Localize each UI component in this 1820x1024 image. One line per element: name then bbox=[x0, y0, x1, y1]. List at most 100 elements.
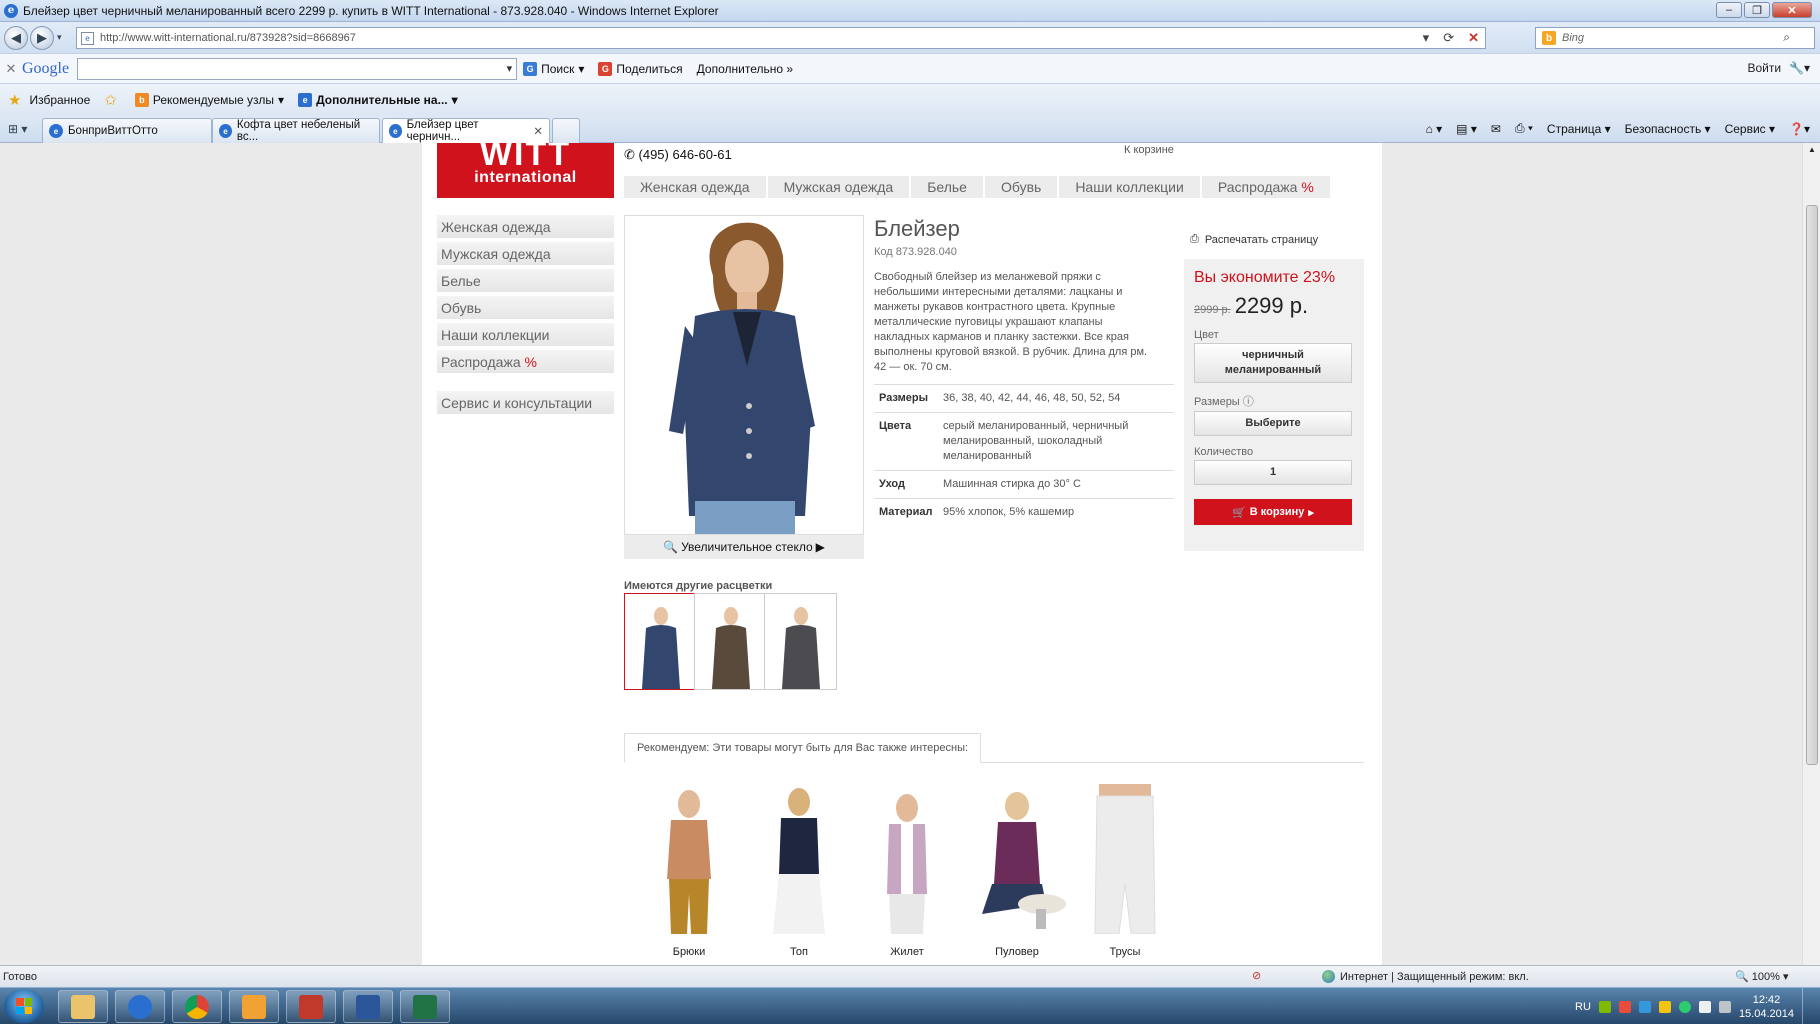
leftnav-collections[interactable]: Наши коллекции bbox=[437, 323, 614, 346]
leftnav-sale[interactable]: Распродажа % bbox=[437, 350, 614, 373]
forward-button[interactable]: ▶ bbox=[30, 26, 54, 50]
tab-kofta[interactable]: e Кофта цвет небеленый вс... bbox=[212, 118, 380, 143]
help-icon[interactable]: ❓▾ bbox=[1789, 122, 1810, 136]
stop-icon[interactable]: ✕ bbox=[1468, 30, 1479, 46]
tools-menu[interactable]: Сервис ▾ bbox=[1725, 122, 1775, 136]
taskbar-word[interactable] bbox=[343, 990, 393, 1023]
variant-thumb-grey[interactable] bbox=[764, 593, 837, 690]
taskbar-app[interactable] bbox=[286, 990, 336, 1023]
minimize-button[interactable]: – bbox=[1716, 2, 1742, 18]
more-button[interactable]: Дополнительно » bbox=[697, 62, 793, 76]
search-icon[interactable]: ⌕ bbox=[1783, 30, 1790, 45]
color-select[interactable]: черничный меланированный bbox=[1194, 343, 1352, 383]
reco-item-trousers[interactable]: Брюки bbox=[634, 781, 744, 958]
mail-icon[interactable]: ✉ bbox=[1491, 122, 1501, 136]
close-tab-icon[interactable]: ✕ bbox=[533, 124, 543, 138]
topnav-collections[interactable]: Наши коллекции bbox=[1059, 176, 1202, 198]
topnav-lingerie[interactable]: Белье bbox=[911, 176, 985, 198]
scrollbar-thumb[interactable] bbox=[1806, 205, 1818, 765]
close-toolbar-icon[interactable]: ✕ bbox=[0, 61, 22, 77]
phone-number: ✆ (495) 646-60-61 bbox=[624, 147, 732, 162]
tab-blazer[interactable]: e Блейзер цвет черничн... ✕ bbox=[382, 118, 550, 143]
print-page-link[interactable]: ⎙ Распечатать страницу bbox=[1190, 233, 1318, 246]
quick-tabs-icon[interactable]: ⊞ ▾ bbox=[8, 122, 27, 136]
tray-icon[interactable] bbox=[1658, 1000, 1671, 1013]
variant-thumb-navy[interactable] bbox=[624, 593, 697, 690]
tray-icon[interactable] bbox=[1638, 1000, 1651, 1013]
size-select[interactable]: Выберите bbox=[1194, 411, 1352, 436]
language-indicator[interactable]: RU bbox=[1575, 1001, 1591, 1013]
suggested-sites-icon: b bbox=[134, 92, 149, 107]
start-button[interactable] bbox=[4, 989, 44, 1023]
reco-item-briefs[interactable]: Трусы bbox=[1070, 781, 1180, 958]
to-cart-link[interactable]: К корзине bbox=[1124, 144, 1174, 156]
reco-item-top[interactable]: Топ bbox=[744, 781, 854, 958]
network-icon[interactable] bbox=[1698, 1000, 1711, 1013]
new-tab-button[interactable] bbox=[552, 118, 580, 143]
variant-thumb-brown[interactable] bbox=[694, 593, 767, 690]
leftnav-men[interactable]: Мужская одежда bbox=[437, 242, 614, 265]
add-favorite-button[interactable]: ✩ bbox=[104, 91, 121, 109]
tray-icon[interactable] bbox=[1618, 1000, 1631, 1013]
popup-blocker-icon[interactable]: ⊘ bbox=[1252, 969, 1261, 982]
bing-search-input[interactable]: b Bing ⌕ bbox=[1535, 27, 1815, 49]
taskbar-explorer[interactable] bbox=[58, 990, 108, 1023]
google-search-button[interactable]: G Поиск ▾ bbox=[523, 61, 584, 76]
quantity-input[interactable]: 1 bbox=[1194, 460, 1352, 485]
topnav-women[interactable]: Женская одежда bbox=[624, 176, 768, 198]
back-button[interactable]: ◀ bbox=[4, 26, 28, 50]
tab-bonprix[interactable]: e БонприВиттОтто bbox=[42, 118, 212, 143]
show-desktop-button[interactable] bbox=[1802, 988, 1814, 1024]
favorites-button[interactable]: ★ Избранное bbox=[8, 91, 90, 109]
reco-image bbox=[887, 794, 927, 934]
reco-item-pullover[interactable]: Пуловер bbox=[962, 781, 1072, 958]
ie-tab-icon: e bbox=[389, 124, 402, 138]
wrench-icon[interactable]: 🔧▾ bbox=[1789, 61, 1810, 75]
home-icon[interactable]: ⌂ ▾ bbox=[1426, 122, 1443, 136]
topnav-men[interactable]: Мужская одежда bbox=[767, 176, 912, 198]
witt-logo[interactable]: WITT international bbox=[437, 143, 614, 198]
add-to-cart-button[interactable]: 🛒 В корзину ▸ bbox=[1194, 499, 1352, 525]
scroll-up-icon[interactable]: ▲ bbox=[1808, 145, 1816, 154]
topnav-sale[interactable]: Распродажа % bbox=[1201, 176, 1332, 198]
cart-icon: 🛒 bbox=[1232, 506, 1246, 519]
tray-icon[interactable] bbox=[1598, 1000, 1611, 1013]
print-icon[interactable]: ⎙ ▾ bbox=[1515, 121, 1533, 136]
volume-icon[interactable] bbox=[1718, 1000, 1731, 1013]
taskbar-outlook[interactable] bbox=[229, 990, 279, 1023]
tray-icon[interactable] bbox=[1678, 1000, 1691, 1013]
topnav-shoes[interactable]: Обувь bbox=[984, 176, 1060, 198]
taskbar-excel[interactable] bbox=[400, 990, 450, 1023]
clock[interactable]: 12:42 15.04.2014 bbox=[1739, 993, 1794, 1021]
taskbar-ie[interactable] bbox=[115, 990, 165, 1023]
url-dropdown-icon[interactable]: ▾ bbox=[1423, 30, 1430, 46]
signin-button[interactable]: Войти bbox=[1747, 61, 1781, 75]
google-search-input[interactable] bbox=[77, 57, 518, 80]
url-text: http://www.witt-international.ru/873928?… bbox=[100, 32, 356, 44]
maximize-button[interactable]: ❐ bbox=[1744, 2, 1770, 18]
addons-button[interactable]: e Дополнительные на... ▾ bbox=[298, 92, 458, 107]
leftnav-women[interactable]: Женская одежда bbox=[437, 215, 614, 238]
close-window-button[interactable]: ✕ bbox=[1772, 2, 1812, 18]
refresh-icon[interactable]: ⟳ bbox=[1443, 30, 1454, 46]
savings-text: Вы экономите 23% bbox=[1194, 269, 1336, 286]
vertical-scrollbar[interactable]: ▲ bbox=[1802, 143, 1820, 965]
feeds-icon[interactable]: ▤ ▾ bbox=[1456, 122, 1477, 136]
magnifier-button[interactable]: 🔍 Увеличительное стекло ▶ bbox=[624, 535, 864, 559]
info-icon[interactable]: ⓘ bbox=[1243, 396, 1254, 408]
leftnav-shoes[interactable]: Обувь bbox=[437, 296, 614, 319]
zoom-level[interactable]: 🔍 100% ▾ bbox=[1735, 970, 1788, 983]
share-button[interactable]: G Поделиться bbox=[598, 61, 683, 76]
leftnav-lingerie[interactable]: Белье bbox=[437, 269, 614, 292]
suggested-sites-button[interactable]: b Рекомендуемые узлы ▾ bbox=[134, 92, 284, 107]
product-image[interactable] bbox=[624, 215, 864, 535]
history-dropdown-icon[interactable]: ▾ bbox=[57, 32, 62, 43]
leftnav-service[interactable]: Сервис и консультации bbox=[437, 391, 614, 414]
safety-menu[interactable]: Безопасность ▾ bbox=[1625, 122, 1711, 136]
reco-item-vest[interactable]: Жилет bbox=[852, 781, 962, 958]
security-zone[interactable]: Интернет | Защищенный режим: вкл. bbox=[1322, 970, 1529, 983]
page-menu[interactable]: Страница ▾ bbox=[1547, 122, 1611, 136]
recommend-tab[interactable]: Рекомендуем: Эти товары могут быть для В… bbox=[624, 733, 982, 763]
taskbar-chrome[interactable] bbox=[172, 990, 222, 1023]
url-input[interactable]: e http://www.witt-international.ru/87392… bbox=[76, 27, 1486, 49]
